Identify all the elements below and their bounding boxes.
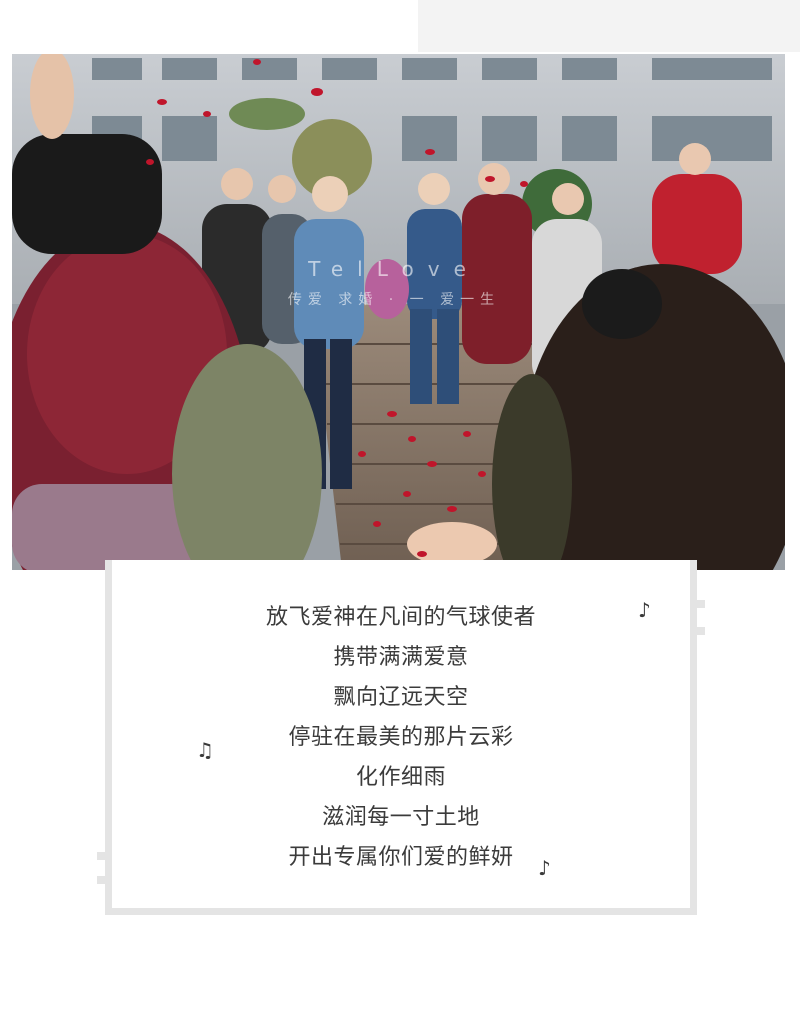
music-note-icon: ♪ — [538, 856, 551, 880]
photo-illustration: TelLove 传爱 求婚 · 一 爱一生 — [12, 54, 785, 570]
watermark-bottom: 传爱 求婚 · 一 爱一生 — [288, 292, 500, 308]
proposal-photo: TelLove 传爱 求婚 · 一 爱一生 — [12, 54, 785, 570]
poem-line-1: 放飞爱神在凡间的气球使者 — [265, 605, 536, 630]
poem: 放飞爱神在凡间的气球使者 携带满满爱意 飘向辽远天空 停驻在最美的那片云彩 化作… — [105, 598, 697, 878]
poem-line-4: 停驻在最美的那片云彩 — [288, 725, 514, 750]
poem-line-5: 化作细雨 — [355, 765, 446, 790]
poem-line-3: 飘向辽远天空 — [333, 685, 469, 710]
watermark-top: TelLove — [307, 257, 480, 281]
frame-tick — [697, 627, 705, 635]
building-sign — [229, 98, 305, 130]
music-note-icon: ♪ — [638, 598, 651, 622]
poem-line-6: 滋润每一寸土地 — [322, 805, 480, 830]
top-decor-band — [418, 0, 800, 52]
frame-tick — [97, 876, 105, 884]
frame-tick — [697, 600, 705, 608]
frame-tick — [97, 852, 105, 860]
double-music-note-icon: ♫ — [196, 738, 214, 762]
poem-line-7: 开出专属你们爱的鲜妍 — [288, 845, 514, 870]
poem-line-2: 携带满满爱意 — [333, 645, 469, 670]
